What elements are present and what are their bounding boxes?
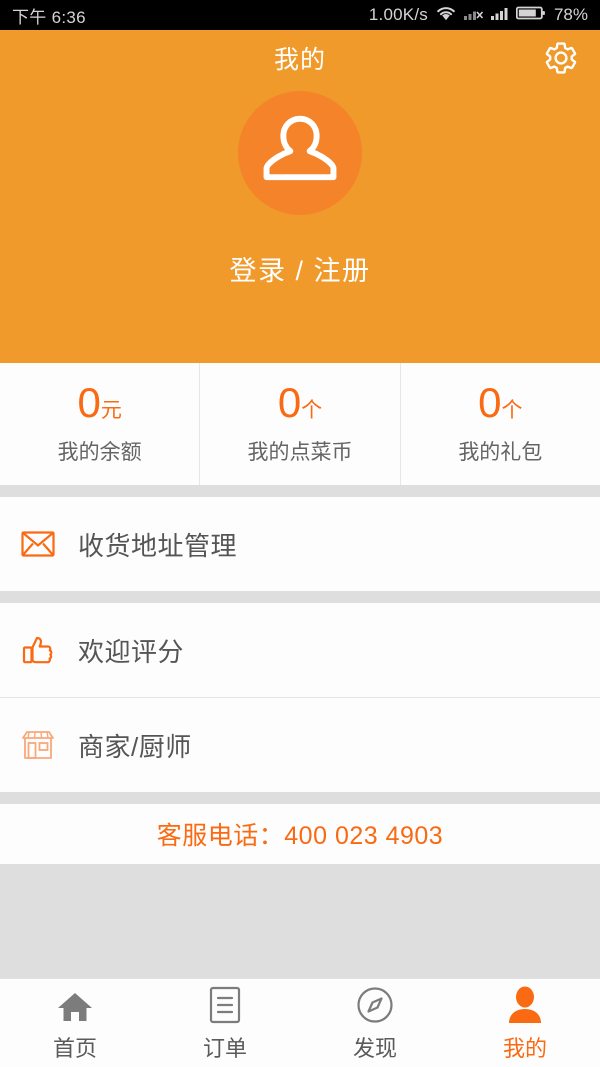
stat-unit: 个	[301, 399, 323, 422]
bottom-tab-bar: 首页 订单 发现 我的	[0, 978, 600, 1067]
section-gap	[0, 485, 600, 497]
stat-label: 我的余额	[57, 441, 142, 464]
envelope-icon	[20, 526, 56, 562]
battery-icon	[515, 5, 546, 26]
stat-label: 我的礼包	[458, 441, 543, 464]
wifi-icon	[435, 4, 457, 26]
profile-header: 我的 登录 / 注册	[0, 30, 600, 363]
stat-unit: 元	[100, 399, 122, 422]
menu-item-label: 欢迎评分	[78, 636, 185, 667]
signal-bars-icon	[490, 5, 509, 26]
stat-unit: 个	[501, 399, 523, 422]
tab-profile[interactable]: 我的	[450, 979, 600, 1067]
shop-icon	[20, 727, 56, 763]
battery-percent-label: 78%	[553, 5, 588, 24]
thumbs-up-icon	[20, 632, 56, 668]
gear-icon[interactable]	[538, 35, 584, 81]
orders-icon	[209, 984, 241, 1024]
tab-label: 首页	[52, 1035, 97, 1061]
network-speed-label: 1.00K/s	[368, 5, 428, 24]
tab-label: 我的	[502, 1035, 547, 1061]
status-bar: 下午 6:36 1.00K/s 78%	[0, 0, 600, 30]
signal-no-sim-icon	[463, 5, 484, 26]
app-root: 下午 6:36 1.00K/s 78% 我的 登录 / 注册 0元 我的余额 0…	[0, 0, 600, 1067]
section-gap	[0, 591, 600, 603]
avatar[interactable]	[238, 91, 362, 215]
stat-giftpacks[interactable]: 0个 我的礼包	[399, 363, 600, 485]
stat-value: 0	[277, 379, 302, 426]
stats-row: 0元 我的余额 0个 我的点菜币 0个 我的礼包	[0, 363, 600, 485]
tab-label: 发现	[352, 1035, 397, 1061]
header-bar: 我的	[0, 30, 600, 85]
status-bar-right: 1.00K/s 78%	[369, 4, 588, 26]
tab-label: 订单	[202, 1035, 247, 1061]
tab-home[interactable]: 首页	[0, 979, 150, 1067]
stat-coins[interactable]: 0个 我的点菜币	[199, 363, 399, 485]
page-title: 我的	[273, 45, 326, 74]
home-icon	[56, 984, 94, 1024]
stat-label: 我的点菜币	[247, 441, 353, 464]
menu-item-address[interactable]: 收货地址管理	[0, 497, 600, 591]
stat-value: 0	[77, 379, 101, 426]
support-phone-row[interactable]: 客服电话：400 023 4903	[0, 804, 600, 864]
support-phone-label: 客服电话：400 023 4903	[156, 822, 444, 850]
section-gap	[0, 792, 600, 804]
tab-orders[interactable]: 订单	[150, 979, 300, 1067]
person-icon	[507, 984, 543, 1024]
stat-value: 0	[478, 379, 502, 426]
login-register-link[interactable]: 登录 / 注册	[229, 249, 370, 288]
person-placeholder-icon	[257, 108, 343, 199]
status-bar-time: 下午 6:36	[12, 7, 86, 27]
menu-item-merchant[interactable]: 商家/厨师	[0, 698, 600, 792]
stat-balance[interactable]: 0元 我的余额	[0, 363, 199, 485]
tab-discover[interactable]: 发现	[300, 979, 450, 1067]
menu-item-label: 收货地址管理	[78, 530, 238, 561]
menu-item-rate[interactable]: 欢迎评分	[0, 603, 600, 697]
compass-icon	[356, 984, 394, 1024]
stat-value-wrap: 0元	[77, 382, 121, 424]
stat-value-wrap: 0个	[478, 382, 522, 424]
empty-area	[0, 864, 600, 978]
status-bar-left: 下午 6:36	[12, 3, 86, 28]
stat-value-wrap: 0个	[278, 382, 322, 424]
menu-item-label: 商家/厨师	[78, 731, 192, 762]
